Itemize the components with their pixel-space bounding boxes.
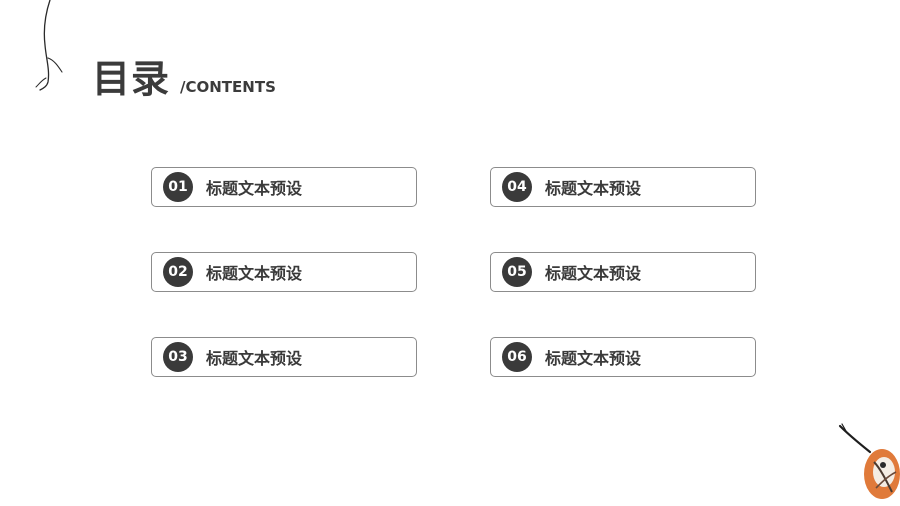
toc-number-badge: 02 xyxy=(163,257,193,287)
toc-grid: 01 标题文本预设 02 标题文本预设 03 标题文本预设 04 标题文本预设 … xyxy=(151,167,757,379)
toc-item-02[interactable]: 02 标题文本预设 xyxy=(151,252,417,292)
page-header: 目录 /CONTENTS xyxy=(92,48,276,103)
toc-item-label: 标题文本预设 xyxy=(206,264,303,283)
toc-number-badge: 03 xyxy=(163,342,193,372)
toc-number-badge: 04 xyxy=(502,172,532,202)
page-title: 目录 xyxy=(92,57,171,101)
toc-item-04[interactable]: 04 标题文本预设 xyxy=(490,167,756,207)
toc-item-label: 标题文本预设 xyxy=(206,179,303,198)
toc-item-06[interactable]: 06 标题文本预设 xyxy=(490,337,756,377)
page-subtitle: /CONTENTS xyxy=(180,78,276,96)
toc-item-label: 标题文本预设 xyxy=(545,264,642,283)
toc-item-05[interactable]: 05 标题文本预设 xyxy=(490,252,756,292)
toc-item-03[interactable]: 03 标题文本预设 xyxy=(151,337,417,377)
toc-item-label: 标题文本预设 xyxy=(545,349,642,368)
toc-item-label: 标题文本预设 xyxy=(206,349,303,368)
toc-item-label: 标题文本预设 xyxy=(545,179,642,198)
toc-number-badge: 06 xyxy=(502,342,532,372)
toc-number-badge: 05 xyxy=(502,257,532,287)
branch-icon xyxy=(35,0,63,91)
bird-on-branch-icon xyxy=(838,423,900,499)
toc-item-01[interactable]: 01 标题文本预设 xyxy=(151,167,417,207)
toc-number-badge: 01 xyxy=(163,172,193,202)
